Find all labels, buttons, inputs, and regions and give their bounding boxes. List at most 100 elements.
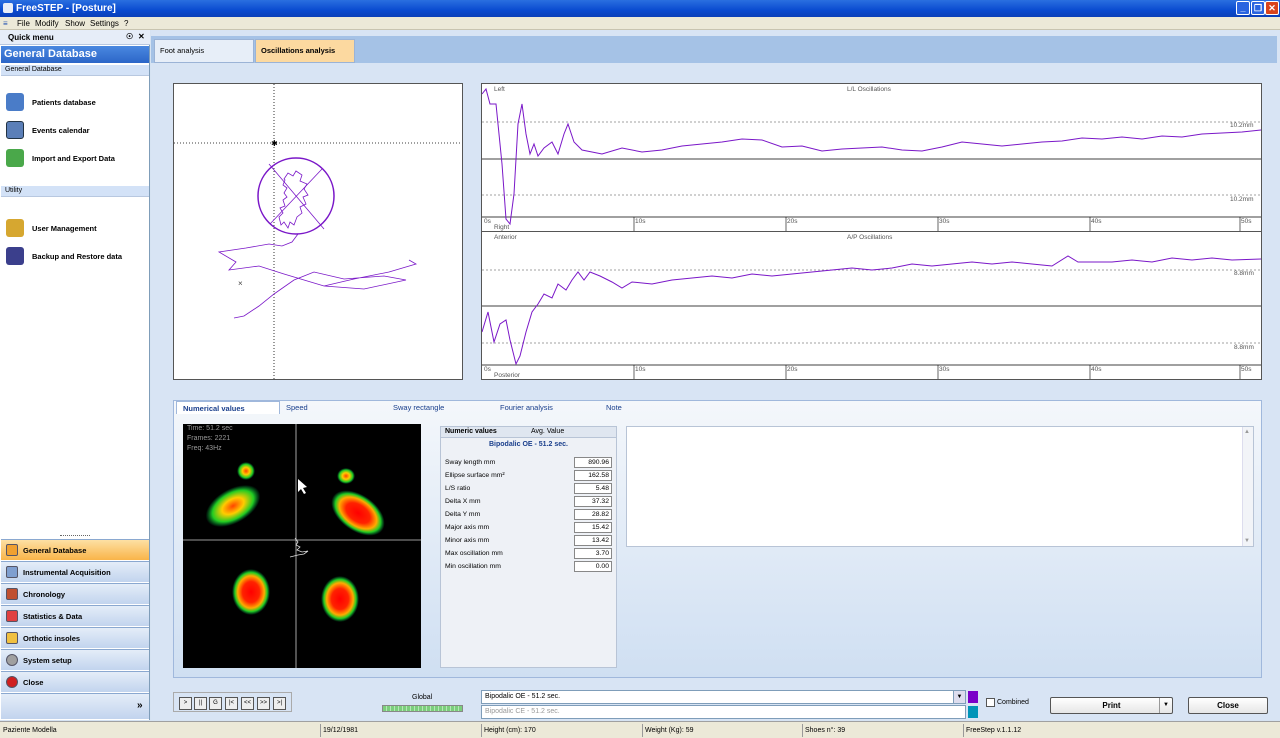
chronology-icon <box>6 588 18 600</box>
test-select-secondary[interactable]: Bipodalic CE - 51.2 sec. <box>481 705 966 719</box>
numeric-table-header: Numeric values Avg. Value <box>441 427 616 438</box>
nav-system-setup[interactable]: System setup <box>1 649 149 670</box>
menu-help[interactable]: ? <box>124 19 128 28</box>
statistics-icon <box>6 610 18 622</box>
col-numeric-values: Numeric values <box>445 428 497 435</box>
tab-note[interactable]: Note <box>600 401 628 414</box>
ll-trace <box>482 87 1261 226</box>
rewind-button[interactable]: << <box>241 697 254 710</box>
quick-menu-sidebar: Quick menu ☉ ✕ General Database General … <box>0 30 150 720</box>
notes-textarea[interactable]: ▲ ▼ <box>626 426 1254 547</box>
numeric-row: Min oscillation mm 0.00 <box>445 561 613 573</box>
status-shoes: Shoes n°: 39 <box>805 727 846 734</box>
numeric-row-label: Min oscillation mm <box>445 563 501 570</box>
numeric-row-label: Delta X mm <box>445 498 481 505</box>
numeric-row: Minor axis mm 13.42 <box>445 535 613 547</box>
acquisition-icon <box>6 566 18 578</box>
tab-sway-rectangle[interactable]: Sway rectangle <box>387 401 450 414</box>
sidebar-item-user-management[interactable]: User Management <box>4 215 148 241</box>
tab-speed[interactable]: Speed <box>280 401 314 414</box>
sidebar-item-import-export[interactable]: Import and Export Data <box>4 145 148 171</box>
sidebar-item-calendar[interactable]: Events calendar <box>4 117 148 143</box>
numeric-row: L/S ratio 5.48 <box>445 483 613 495</box>
first-frame-button[interactable]: |< <box>225 697 238 710</box>
close-window-button[interactable]: ✕ <box>1265 1 1279 15</box>
nav-orthotic-insoles[interactable]: Orthotic insoles <box>1 627 149 648</box>
sidebar-item-backup[interactable]: Backup and Restore data <box>4 243 148 269</box>
section-general-database: General Database <box>1 65 149 76</box>
forward-button[interactable]: >> <box>257 697 270 710</box>
pause-button[interactable]: || <box>194 697 207 710</box>
ap-plot <box>482 255 1261 379</box>
top-tab-strip: Foot analysis Oscillations analysis <box>151 36 1277 63</box>
title-bar: FreeSTEP - [Posture] _ ❐ ✕ <box>0 0 1280 17</box>
play-button[interactable]: > <box>179 697 192 710</box>
nav-close[interactable]: Close <box>1 671 149 692</box>
status-birthdate: 19/12/1981 <box>323 727 359 734</box>
close-button[interactable]: Close <box>1188 697 1268 714</box>
numeric-row-value: 162.58 <box>574 470 612 481</box>
quick-menu-title: Quick menu <box>8 33 54 42</box>
numeric-row-value: 3.70 <box>574 548 612 559</box>
print-options-chevron-icon[interactable]: ▼ <box>1159 698 1172 713</box>
sidebar-item-patients[interactable]: Patients database <box>4 89 148 115</box>
status-height: Height (cm): 170 <box>484 727 536 734</box>
close-icon[interactable]: ✕ <box>138 32 145 41</box>
stabilogram-panel: ✱ × <box>173 83 463 380</box>
last-frame-button[interactable]: >| <box>273 697 286 710</box>
global-button[interactable]: G <box>209 697 222 710</box>
pin-icon[interactable]: ☉ <box>126 32 133 41</box>
more-chevron-icon: » <box>137 700 143 711</box>
col-avg-value: Avg. Value <box>531 428 565 435</box>
combined-label: Combined <box>997 699 1029 706</box>
tab-numerical-values[interactable]: Numerical values <box>176 401 280 414</box>
test-select-primary[interactable]: Bipodalic OE - 51.2 sec. ▼ <box>481 690 966 704</box>
svg-text:×: × <box>238 279 243 288</box>
pressure-heatmap <box>183 424 421 668</box>
minimize-button[interactable]: _ <box>1236 1 1250 15</box>
menu-show[interactable]: Show <box>65 19 85 28</box>
scroll-up-icon[interactable]: ▲ <box>1244 429 1250 435</box>
nav-label: Chronology <box>23 590 66 599</box>
nav-instrumental-acquisition[interactable]: Instrumental Acquisition <box>1 561 149 582</box>
print-button[interactable]: Print ▼ <box>1050 697 1173 714</box>
app-menu-icon[interactable]: ≡ <box>3 19 8 28</box>
notes-scrollbar[interactable]: ▲ ▼ <box>1242 427 1253 546</box>
numeric-row-value: 13.42 <box>574 535 612 546</box>
window-title: FreeSTEP - [Posture] <box>16 3 116 14</box>
numeric-row-value: 5.48 <box>574 483 612 494</box>
section-utility: Utility <box>1 186 149 197</box>
app-icon <box>3 3 13 13</box>
sidebar-item-label: Events calendar <box>32 126 90 135</box>
status-bar: Paziente Modella 19/12/1981 Height (cm):… <box>0 721 1280 738</box>
global-progress-bar[interactable] <box>382 705 463 712</box>
nav-label: Statistics & Data <box>23 612 83 621</box>
nav-more[interactable]: » <box>1 693 149 719</box>
chevron-down-icon[interactable]: ▼ <box>953 691 965 703</box>
numeric-row-label: Minor axis mm <box>445 537 490 544</box>
numeric-row-label: L/S ratio <box>445 485 471 492</box>
combined-checkbox[interactable] <box>986 698 995 707</box>
ap-trace <box>482 255 1261 366</box>
splitter-grip[interactable] <box>60 535 90 537</box>
numeric-row-label: Major axis mm <box>445 524 490 531</box>
menu-settings[interactable]: Settings <box>90 19 119 28</box>
menu-file[interactable]: File <box>17 19 30 28</box>
nav-chronology[interactable]: Chronology <box>1 583 149 604</box>
tab-oscillations-analysis[interactable]: Oscillations analysis <box>255 39 355 63</box>
nav-general-database[interactable]: General Database <box>1 539 149 560</box>
center-marker-icon: ✱ <box>271 139 278 148</box>
tab-fourier-analysis[interactable]: Fourier analysis <box>494 401 559 414</box>
numeric-row-value: 37.32 <box>574 496 612 507</box>
nav-label: Orthotic insoles <box>23 634 81 643</box>
nav-label: System setup <box>23 656 72 665</box>
numeric-row: Major axis mm 15.42 <box>445 522 613 534</box>
numeric-row: Max oscillation mm 3.70 <box>445 548 613 560</box>
calendar-icon <box>6 121 24 139</box>
scroll-down-icon[interactable]: ▼ <box>1244 538 1250 544</box>
confidence-ellipse <box>257 157 335 235</box>
restore-button[interactable]: ❐ <box>1251 1 1265 15</box>
nav-statistics[interactable]: Statistics & Data <box>1 605 149 626</box>
menu-modify[interactable]: Modify <box>35 19 59 28</box>
tab-foot-analysis[interactable]: Foot analysis <box>154 39 254 63</box>
